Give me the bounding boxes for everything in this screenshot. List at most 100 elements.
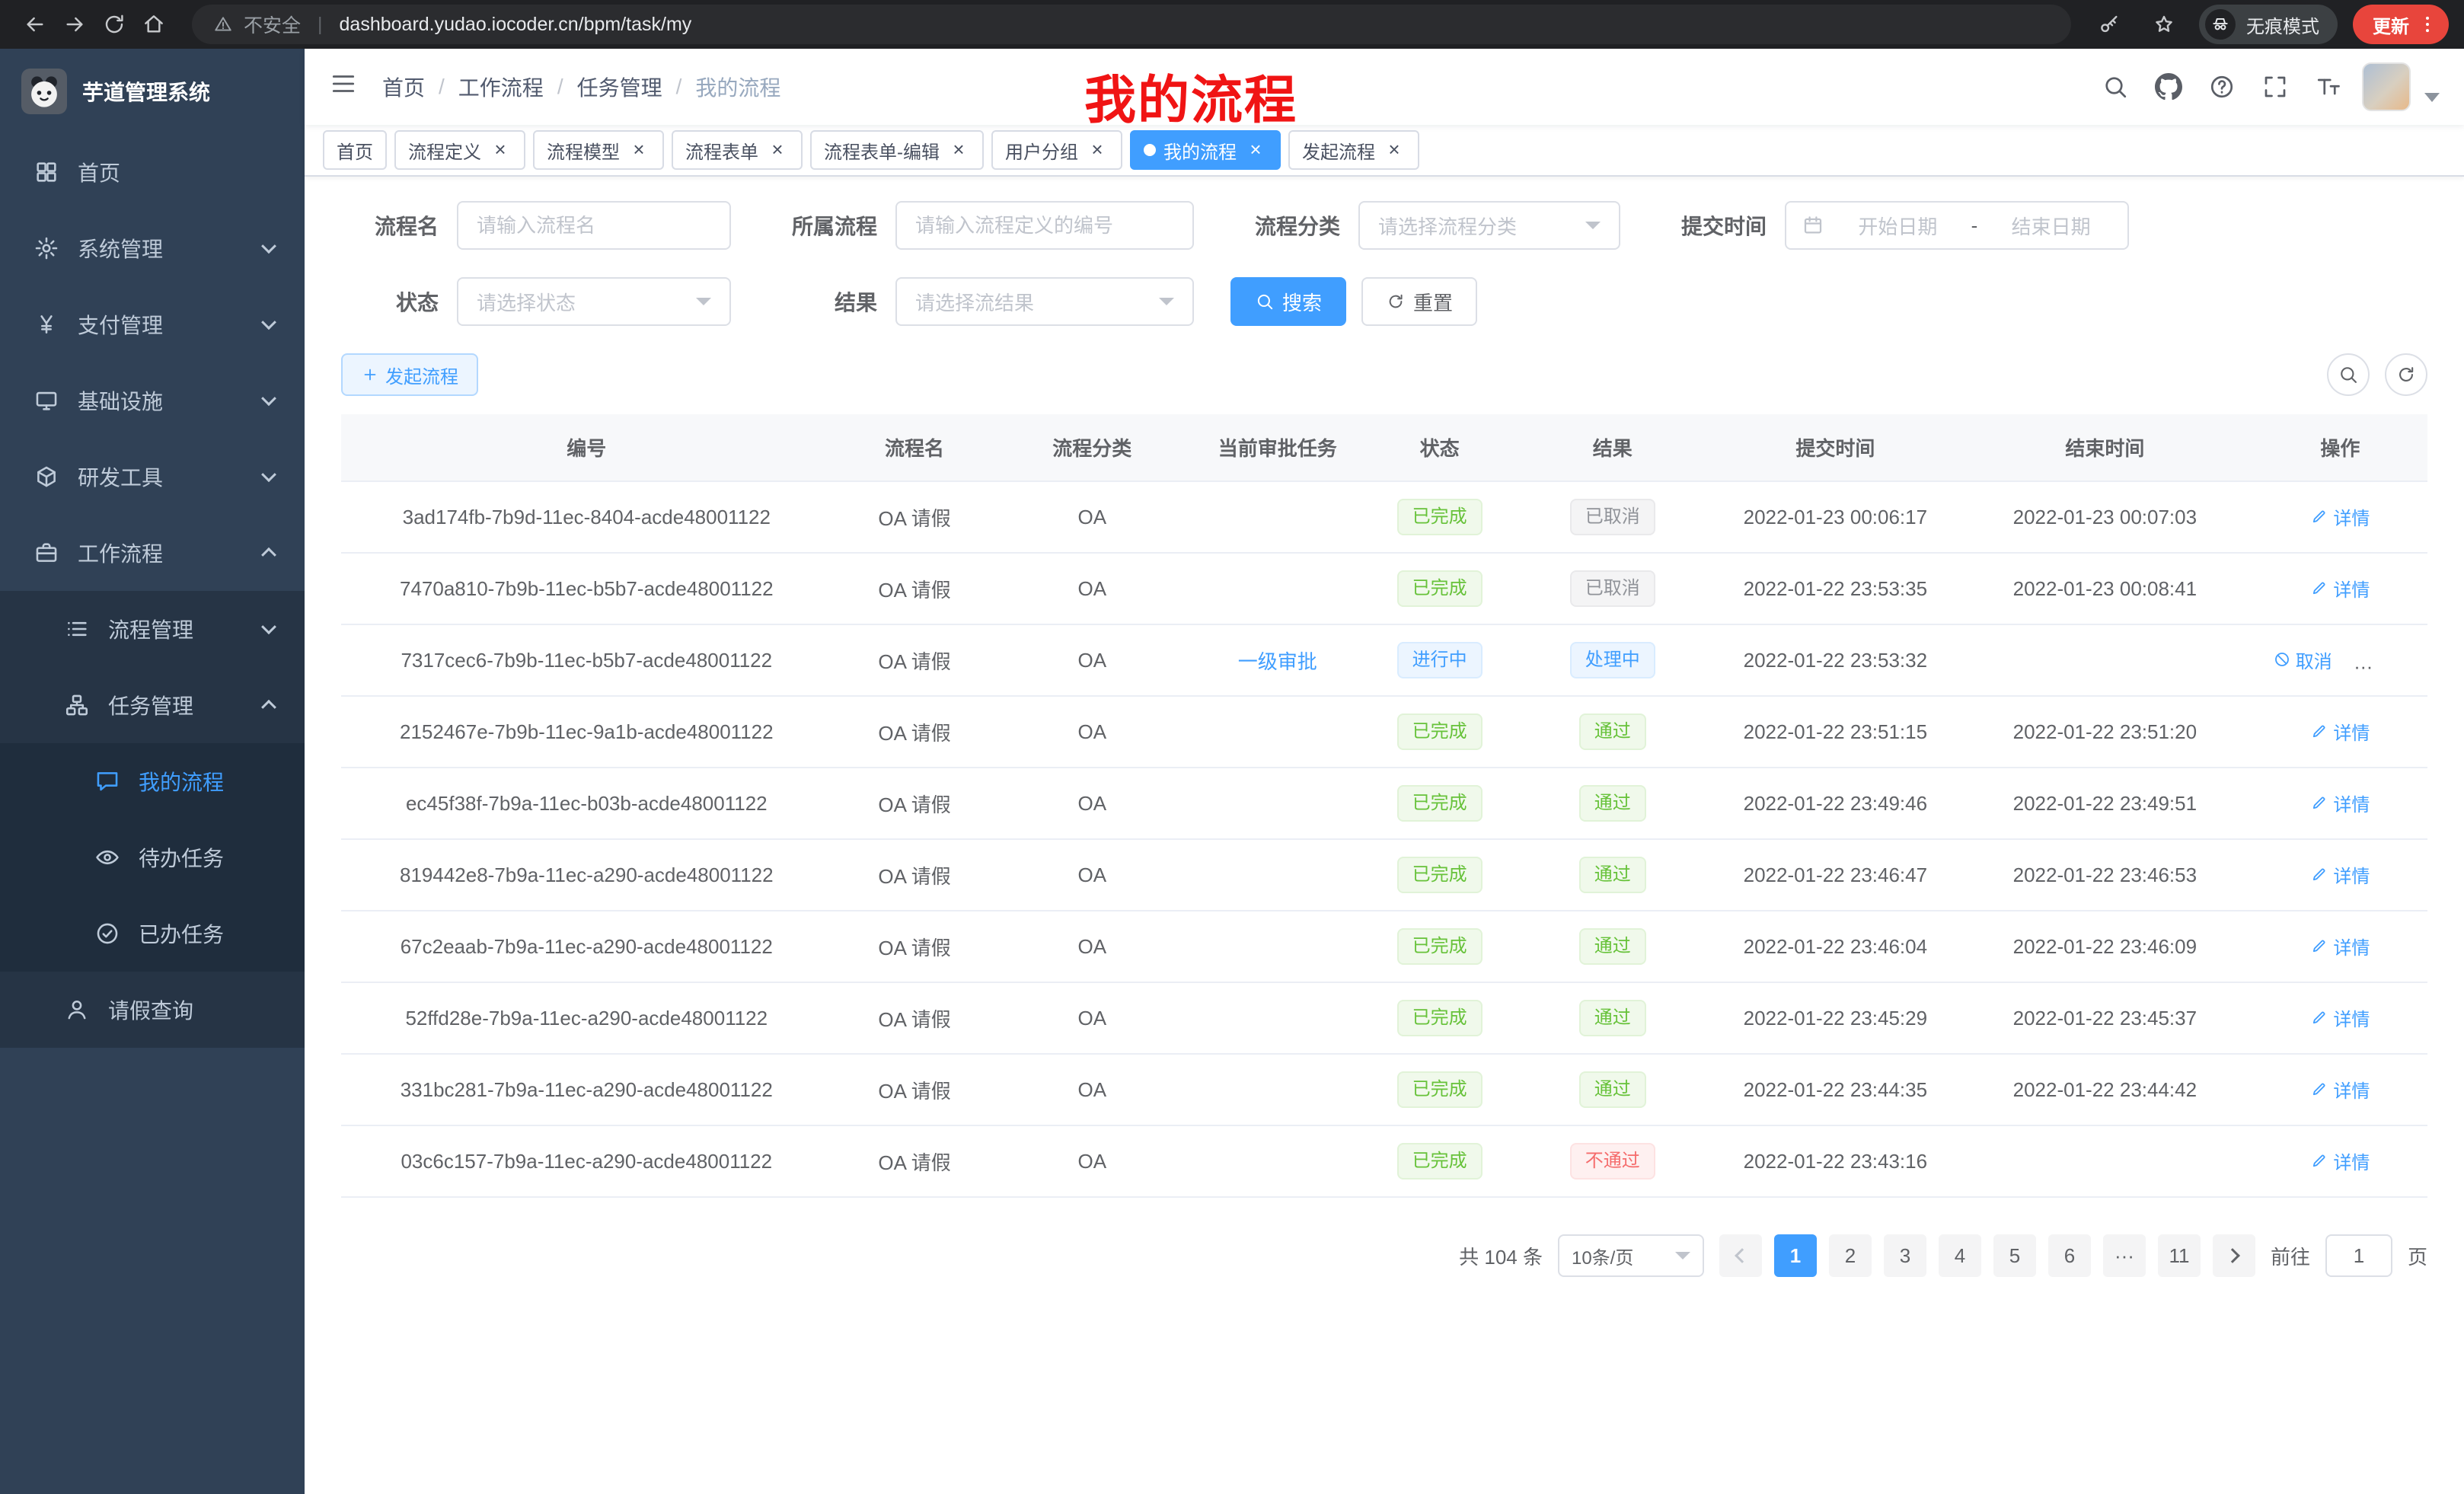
sidebar-item-system[interactable]: 系统管理 [0, 210, 305, 286]
tab-process-model[interactable]: 流程模型× [533, 130, 664, 170]
status-tag: 已完成 [1397, 1143, 1483, 1180]
cell-current-task [1187, 911, 1368, 982]
cell-actions: 详情 [2253, 1054, 2427, 1125]
address-bar[interactable]: 不安全 | dashboard.yudao.iocoder.cn/bpm/tas… [192, 5, 2071, 44]
sidebar-item-my-process[interactable]: 我的流程 [0, 743, 305, 819]
app-logo[interactable]: 芋道管理系统 [0, 49, 305, 134]
page-button-2[interactable]: 2 [1829, 1234, 1872, 1277]
detail-action-link[interactable]: 详情 [2310, 1076, 2370, 1103]
detail-action-link[interactable]: 详情 [2310, 503, 2370, 530]
tab-process-definition[interactable]: 流程定义× [394, 130, 525, 170]
current-task-link[interactable]: 一级审批 [1238, 650, 1317, 673]
sidebar-item-leave-query[interactable]: 请假查询 [0, 972, 305, 1048]
sidebar-item-task-mgmt[interactable]: 任务管理 [0, 667, 305, 743]
category-select[interactable]: 请选择流程分类 [1358, 201, 1620, 250]
breadcrumb-item[interactable]: 首页 [382, 72, 425, 102]
tab-process-form-edit[interactable]: 流程表单-编辑× [810, 130, 984, 170]
tab-close-icon[interactable]: × [1383, 139, 1406, 161]
detail-action-link[interactable]: 详情 [2310, 933, 2370, 959]
tab-home[interactable]: 首页 [323, 130, 387, 170]
browser-home-button[interactable] [134, 5, 174, 44]
tab-close-icon[interactable]: × [947, 139, 970, 161]
tab-close-icon[interactable]: × [766, 139, 789, 161]
back-button[interactable] [15, 5, 55, 44]
tab-close-icon[interactable]: × [627, 139, 650, 161]
search-button[interactable]: 搜索 [1230, 277, 1346, 326]
sidebar-item-home[interactable]: 首页 [0, 134, 305, 210]
cell-actions: 详情 [2253, 553, 2427, 624]
sidebar-item-dev-tools[interactable]: 研发工具 [0, 439, 305, 515]
sidebar-item-done-tasks[interactable]: 已办任务 [0, 895, 305, 972]
next-page-button[interactable] [2213, 1234, 2255, 1277]
github-button[interactable] [2149, 67, 2188, 107]
tab-close-icon[interactable]: × [1244, 139, 1267, 161]
page-button-1[interactable]: 1 [1774, 1234, 1817, 1277]
user-avatar[interactable] [2362, 62, 2411, 111]
sidebar-item-workflow[interactable]: 工作流程 [0, 515, 305, 591]
header-search-button[interactable] [2095, 67, 2135, 107]
status-select[interactable]: 请选择状态 [457, 277, 731, 326]
user-icon [64, 997, 90, 1023]
goto-page-input[interactable] [2325, 1234, 2392, 1277]
navbar: 首页/工作流程/任务管理/我的流程 [305, 49, 2464, 125]
detail-action-link[interactable]: 详情 [2310, 718, 2370, 745]
detail-action-link[interactable]: 详情 [2310, 1148, 2370, 1174]
process-name-input[interactable] [457, 201, 731, 250]
refresh-table-button[interactable] [2385, 353, 2427, 396]
cell-end-time: 2022-01-22 23:45:37 [1957, 982, 2253, 1054]
result-tag: 通过 [1579, 713, 1646, 750]
sidebar-item-todo-tasks[interactable]: 待办任务 [0, 819, 305, 895]
tab-label: 用户分组 [1005, 137, 1078, 164]
tab-close-icon[interactable]: × [489, 139, 512, 161]
submit-time-range-picker[interactable]: 开始日期 - 结束日期 [1785, 201, 2129, 250]
help-button[interactable] [2202, 67, 2242, 107]
forward-button[interactable] [55, 5, 94, 44]
page-button-11[interactable]: 11 [2158, 1234, 2201, 1277]
tab-start-process[interactable]: 发起流程× [1288, 130, 1419, 170]
cell-id: 2152467e-7b9b-11ec-9a1b-acde48001122 [341, 696, 832, 768]
avatar-caret-down-icon[interactable] [2424, 93, 2440, 102]
detail-action-link[interactable]: 详情 [2310, 575, 2370, 602]
table-head-row: 编号流程名流程分类当前审批任务状态结果提交时间结束时间操作 [341, 414, 2427, 481]
fullscreen-button[interactable] [2255, 67, 2295, 107]
reload-button[interactable] [94, 5, 134, 44]
prev-page-button[interactable] [1719, 1234, 1762, 1277]
page-button-5[interactable]: 5 [1993, 1234, 2036, 1277]
pagination-ellipsis[interactable]: ··· [2103, 1234, 2146, 1277]
result-select[interactable]: 请选择流结果 [895, 277, 1194, 326]
font-size-button[interactable] [2309, 67, 2348, 107]
key-button[interactable] [2089, 5, 2129, 44]
tab-user-group[interactable]: 用户分组 × [991, 130, 1122, 170]
cell-end-time: 2022-01-23 00:08:41 [1957, 553, 2253, 624]
toggle-search-button[interactable] [2327, 353, 2370, 396]
create-process-button[interactable]: 发起流程 [341, 353, 478, 396]
more-vertical-icon[interactable] [2417, 14, 2438, 35]
sidebar-item-process-mgmt[interactable]: 流程管理 [0, 591, 305, 667]
sidebar-item-payment[interactable]: 支付管理 [0, 286, 305, 362]
breadcrumb-item[interactable]: 任务管理 [577, 72, 662, 102]
page-button-4[interactable]: 4 [1939, 1234, 1981, 1277]
cell-current-task: 一级审批 [1187, 624, 1368, 696]
sidebar-toggle-button[interactable] [329, 69, 358, 104]
reset-button[interactable]: 重置 [1361, 277, 1477, 326]
page-button-3[interactable]: 3 [1884, 1234, 1926, 1277]
cancel-action-link[interactable]: 取消 [2273, 646, 2332, 673]
cell-actions: 详情 [2253, 911, 2427, 982]
process-def-input[interactable] [895, 201, 1194, 250]
detail-action-link[interactable]: 详情 [2310, 790, 2370, 816]
action-label: 详情 [2376, 646, 2413, 673]
detail-action-link[interactable]: 详情 [2310, 1004, 2370, 1031]
column-header: 提交时间 [1714, 414, 1957, 481]
chevron-down-icon [261, 467, 276, 482]
breadcrumb-item[interactable]: 工作流程 [458, 72, 544, 102]
edit-icon [2310, 793, 2328, 812]
tab-close-icon[interactable]: × [1086, 139, 1109, 161]
page-size-select[interactable]: 10条/页 [1558, 1234, 1704, 1277]
tab-process-form[interactable]: 流程表单× [672, 130, 803, 170]
detail-action-link[interactable]: 详情 [2310, 861, 2370, 888]
tab-my-process[interactable]: 我的流程× [1130, 130, 1281, 170]
bookmark-star-button[interactable] [2144, 5, 2184, 44]
update-browser-button[interactable]: 更新 [2353, 5, 2449, 44]
page-button-6[interactable]: 6 [2048, 1234, 2091, 1277]
sidebar-item-infrastructure[interactable]: 基础设施 [0, 362, 305, 439]
